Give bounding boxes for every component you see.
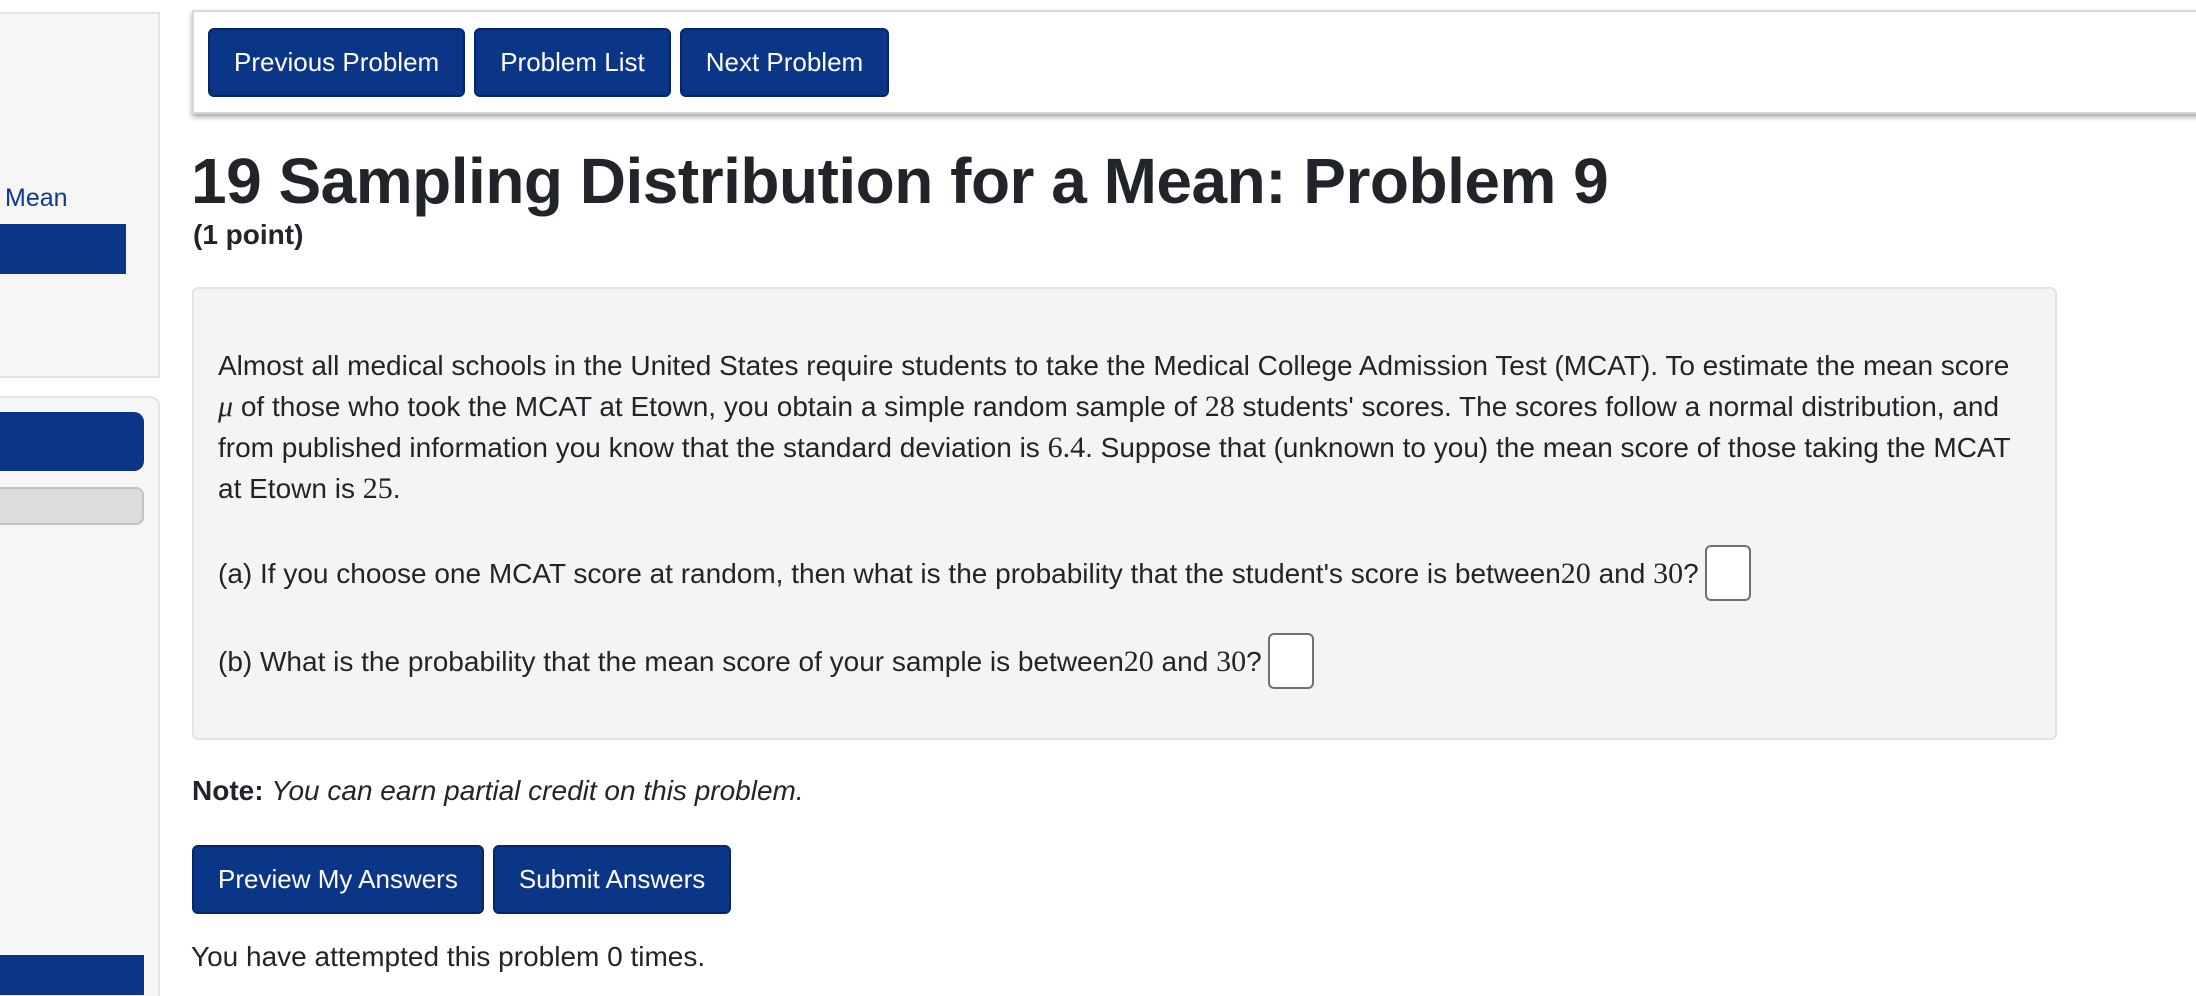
statement-text: Almost all medical schools in the United… — [218, 350, 2010, 381]
problem-statement: Almost all medical schools in the United… — [218, 345, 2031, 509]
math-sample-size: 28 — [1204, 390, 1235, 423]
math-lower-bound: 20 — [1123, 644, 1154, 678]
submit-answers-button[interactable]: Submit Answers — [492, 845, 732, 914]
note-label: Note: — [192, 775, 264, 806]
problem-navigation: Previous Problem Problem List Next Probl… — [192, 10, 2196, 114]
math-upper-bound: 30 — [1216, 644, 1247, 678]
sidebar-primary-button[interactable] — [0, 412, 144, 471]
math-std-dev: 6.4 — [1047, 431, 1086, 464]
sidebar-bottom-button[interactable] — [0, 955, 144, 995]
problem-points: (1 point) — [193, 219, 304, 250]
statement-text: of those who took the MCAT at Etown, you… — [233, 391, 1205, 422]
sidebar-link-mean[interactable]: Mean — [5, 184, 68, 213]
question-b-end: ? — [1246, 645, 1262, 677]
math-mean: 25 — [362, 472, 393, 505]
note-text: You can earn partial credit on this prob… — [271, 775, 804, 806]
problem-list-button[interactable]: Problem List — [474, 27, 671, 97]
math-lower-bound: 20 — [1560, 556, 1591, 590]
question-b-and: and — [1153, 645, 1217, 677]
sidebar-lower-panel — [0, 396, 160, 996]
previous-problem-button[interactable]: Previous Problem — [208, 27, 466, 97]
answer-a-input[interactable] — [1704, 545, 1751, 601]
partial-credit-note: Note: You can earn partial credit on thi… — [192, 775, 804, 807]
statement-text: . — [392, 473, 401, 504]
answer-actions: Preview My Answers Submit Answers — [192, 845, 732, 914]
question-a-end: ? — [1683, 557, 1699, 589]
sidebar-active-item[interactable] — [0, 224, 126, 274]
question-a: (a) If you choose one MCAT score at rand… — [218, 545, 2031, 601]
preview-answers-button[interactable]: Preview My Answers — [192, 845, 484, 914]
page-title: 19 Sampling Distribution for a Mean: Pro… — [191, 145, 1609, 217]
answer-b-input[interactable] — [1267, 633, 1314, 689]
question-a-text: (a) If you choose one MCAT score at rand… — [218, 557, 1561, 589]
next-problem-button[interactable]: Next Problem — [679, 27, 890, 97]
attempts-status: You have attempted this problem 0 times. — [191, 941, 706, 972]
sidebar-secondary-button[interactable] — [0, 487, 144, 525]
math-upper-bound: 30 — [1653, 556, 1684, 590]
math-mu: μ — [218, 390, 234, 423]
problem-body: Almost all medical schools in the United… — [192, 287, 2057, 740]
question-b: (b) What is the probability that the mea… — [218, 633, 2031, 689]
question-b-text: (b) What is the probability that the mea… — [218, 645, 1124, 677]
question-a-and: and — [1590, 557, 1654, 589]
